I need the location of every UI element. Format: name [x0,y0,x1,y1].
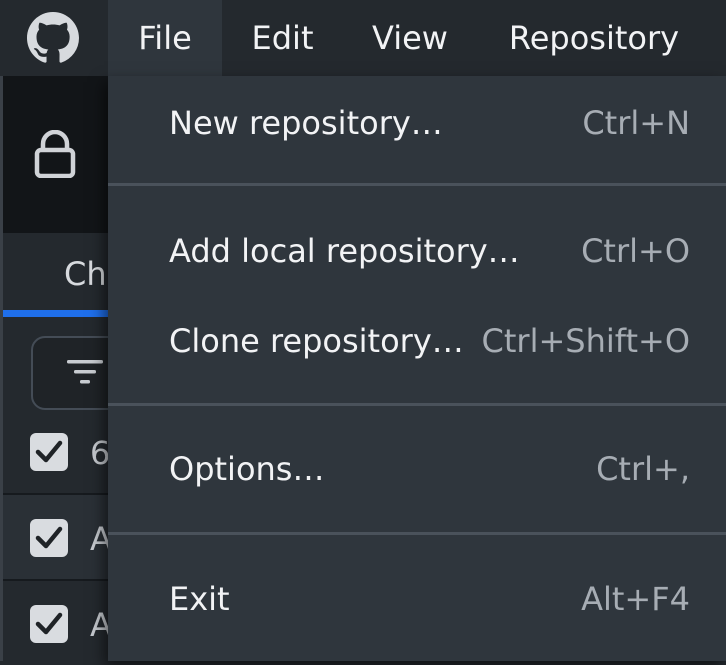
menu-item-shortcut: Ctrl+Shift+O [481,322,690,360]
title-bar: File Edit View Repository [0,0,726,76]
menu-item-label: Clone repository… [169,322,464,360]
menu-item-label: New repository… [169,104,443,142]
lock-icon [34,130,76,178]
file-checkbox[interactable] [30,605,68,643]
check-icon [35,526,63,549]
menu-item-label: Exit [169,580,230,618]
menu-item-clone-repository[interactable]: Clone repository… Ctrl+Shift+O [108,298,726,388]
menu-item-exit[interactable]: Exit Alt+F4 [108,556,726,646]
menu-item-new-repository[interactable]: New repository… Ctrl+N [108,76,726,184]
file-menu-dropdown: New repository… Ctrl+N Add local reposit… [108,76,726,661]
check-icon [35,612,63,635]
menu-item-add-local-repository[interactable]: Add local repository… Ctrl+O [108,208,726,298]
menu-file[interactable]: File [108,0,222,76]
menu-item-label: Add local repository… [169,232,520,270]
menu-item-shortcut: Ctrl+, [596,450,690,488]
check-icon [35,440,63,463]
menu-item-shortcut: Alt+F4 [581,580,690,618]
menu-item-shortcut: Ctrl+O [581,232,690,270]
menu-item-shortcut: Ctrl+N [582,104,690,142]
tab-active-indicator [3,310,108,317]
menu-item-label: Options… [169,450,325,488]
menu-item-options[interactable]: Options… Ctrl+, [108,426,726,516]
menu-separator [108,183,726,186]
tab-changes-label: Ch [64,255,107,293]
menu-separator [108,532,726,535]
filter-icon [67,360,103,384]
github-icon [27,12,79,63]
menu-repository[interactable]: Repository [477,0,711,76]
file-checkbox[interactable] [30,519,68,557]
select-all-checkbox[interactable] [30,433,68,471]
menu-view[interactable]: View [343,0,477,76]
menu-separator [108,403,726,406]
menu-edit[interactable]: Edit [222,0,343,76]
